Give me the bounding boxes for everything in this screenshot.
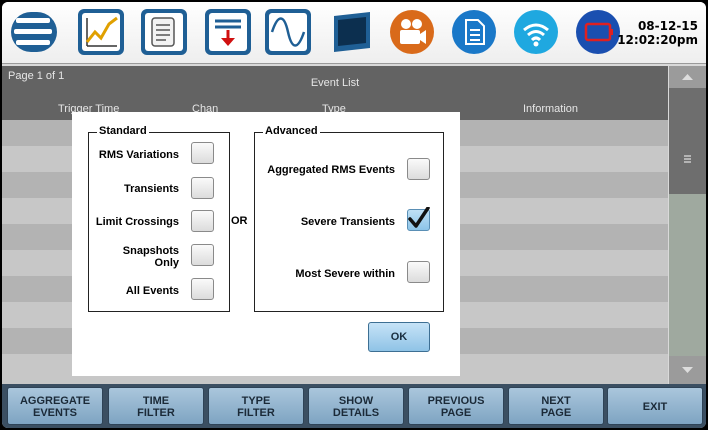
date-time-readout: 08-12-15 12:02:20pm — [617, 19, 698, 47]
time-filter-button[interactable]: TIME FILTER — [108, 387, 204, 425]
snapshots-only-checkbox[interactable] — [191, 244, 214, 266]
fkey-label-line2: PAGE — [540, 407, 572, 419]
limit-crossings-label: Limit Crossings — [95, 216, 179, 228]
fkey-label-line1: TIME — [142, 395, 170, 407]
top-toolbar: 08-12-15 12:02:20pm — [2, 2, 706, 64]
scroll-thumb[interactable] — [669, 88, 706, 194]
grip-icon — [684, 155, 691, 163]
scroll-down-button[interactable] — [669, 356, 706, 384]
most-severe-within-checkbox[interactable] — [407, 261, 430, 283]
time-text: 12:02:20pm — [617, 33, 698, 47]
rms-variations-checkbox[interactable] — [191, 142, 214, 164]
standard-group: Standard RMS Variations Transients Limit… — [88, 125, 230, 312]
ok-button[interactable]: OK — [368, 322, 430, 352]
snapshots-only-label: Snapshots Only — [59, 245, 179, 269]
aggregated-rms-events-checkbox[interactable] — [407, 158, 430, 180]
display-screen-icon[interactable] — [328, 8, 376, 56]
function-key-bar: AGGREGATE EVENTS TIME FILTER TYPE FILTER… — [2, 384, 706, 428]
app-window: 08-12-15 12:02:20pm Page 1 of 1 Event Li… — [2, 2, 706, 428]
scroll-log-icon[interactable] — [140, 8, 188, 56]
scroll-up-button[interactable] — [669, 66, 706, 88]
scroll-track[interactable] — [669, 194, 706, 356]
trend-graph-icon[interactable] — [77, 8, 125, 56]
limit-crossings-checkbox[interactable] — [191, 210, 214, 232]
severe-transients-label: Severe Transients — [300, 216, 395, 228]
column-header-information[interactable]: Information — [523, 103, 578, 115]
document-icon[interactable] — [450, 8, 498, 56]
fkey-label-line2: FILTER — [237, 407, 275, 419]
exit-button[interactable]: EXIT — [607, 387, 703, 425]
all-events-label: All Events — [125, 285, 179, 297]
fkey-label-line2: DETAILS — [332, 407, 380, 419]
event-filter-dialog: Standard RMS Variations Transients Limit… — [72, 112, 460, 376]
next-page-button[interactable]: NEXT PAGE — [508, 387, 604, 425]
type-filter-button[interactable]: TYPE FILTER — [208, 387, 304, 425]
snapshots-only-label-line2: Only — [154, 257, 179, 269]
filter-download-icon[interactable] — [204, 8, 252, 56]
severe-transients-checkbox[interactable] — [407, 207, 430, 231]
transients-label: Transients — [123, 183, 179, 195]
fkey-label-line1: NEXT — [541, 395, 571, 407]
date-text: 08-12-15 — [637, 19, 698, 33]
show-details-button[interactable]: SHOW DETAILS — [308, 387, 404, 425]
arrow-up-icon — [682, 74, 693, 80]
arrow-down-icon — [682, 367, 693, 373]
menu-icon[interactable] — [10, 8, 58, 56]
transients-checkbox[interactable] — [191, 177, 214, 199]
checkmark-icon — [408, 207, 430, 228]
aggregate-events-button[interactable]: AGGREGATE EVENTS — [7, 387, 103, 425]
vertical-scrollbar[interactable] — [669, 66, 706, 384]
rms-variations-label: RMS Variations — [98, 149, 179, 161]
most-severe-within-label: Most Severe within — [295, 268, 395, 280]
wifi-icon[interactable] — [512, 8, 560, 56]
fkey-label-line1: AGGREGATE — [19, 395, 91, 407]
standard-legend: Standard — [97, 125, 149, 137]
aggregated-rms-events-label: Aggregated RMS Events — [267, 164, 395, 176]
all-events-checkbox[interactable] — [191, 278, 214, 300]
fkey-label-line1: SHOW — [338, 395, 374, 407]
battery-icon[interactable] — [574, 8, 622, 56]
fkey-label-line2: PAGE — [440, 407, 472, 419]
advanced-group: Advanced Aggregated RMS Events Severe Tr… — [254, 125, 444, 312]
event-list-title: Event List — [310, 77, 360, 89]
fkey-label-line2: EVENTS — [32, 407, 77, 419]
fkey-label-line1: PREVIOUS — [427, 395, 485, 407]
fkey-label-line1: TYPE — [241, 395, 271, 407]
snapshots-only-label-line1: Snapshots — [122, 245, 179, 257]
waveform-icon[interactable] — [264, 8, 312, 56]
video-camera-icon[interactable] — [388, 8, 436, 56]
previous-page-button[interactable]: PREVIOUS PAGE — [408, 387, 504, 425]
advanced-legend: Advanced — [263, 125, 320, 137]
fkey-label-line2: FILTER — [137, 407, 175, 419]
fkey-label-line1: EXIT — [642, 401, 668, 413]
